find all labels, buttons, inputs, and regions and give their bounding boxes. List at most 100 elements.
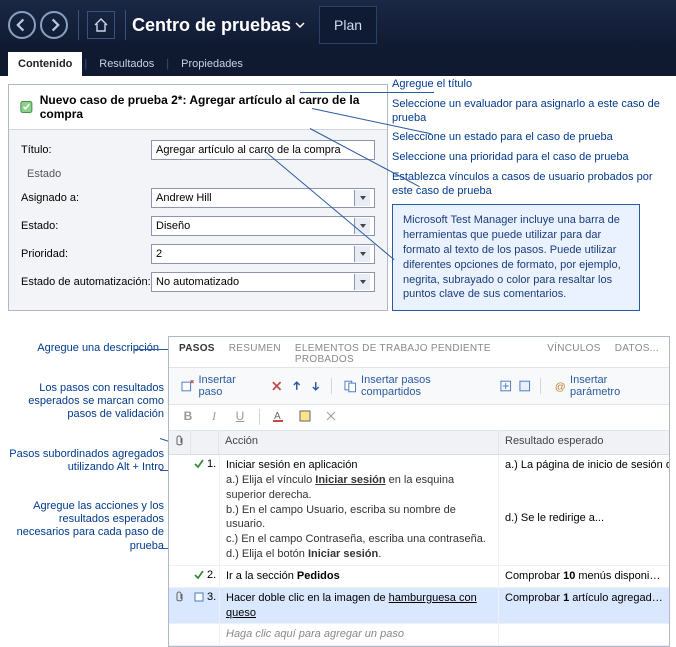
leader-line [300, 92, 434, 93]
tab-pasos[interactable]: PASOS [179, 343, 215, 365]
step-row[interactable]: 3. Hacer doble clic en la imagen de hamb… [169, 588, 669, 625]
steps-tabs: PASOS RESUMEN ELEMENTOS DE TRABAJO PENDI… [169, 337, 669, 368]
chevron-down-icon [295, 20, 305, 30]
delete-step-icon[interactable] [270, 379, 283, 393]
titulo-label: Título: [21, 144, 151, 156]
asignado-label: Asignado a: [21, 192, 151, 204]
insert-step-icon [181, 379, 194, 393]
step-number: 3. [207, 591, 216, 603]
callout-acciones: Agregue las acciones y los resultados es… [4, 500, 164, 553]
step-row[interactable]: 1. Iniciar sesión en aplicación a.) Elij… [169, 455, 669, 566]
separator [540, 378, 541, 394]
insert-step-button[interactable]: Insertar paso [177, 372, 264, 400]
home-button[interactable] [87, 11, 115, 39]
step-row[interactable]: 2. Ir a la sección Pedidos Comprobar 10 … [169, 566, 669, 588]
auto-value: No automatizado [156, 276, 239, 288]
step-action: Hacer doble clic en la imagen de hamburg… [219, 588, 499, 624]
step-number: 1. [207, 458, 216, 470]
expected-result: Comprobar 10 menús disponibles [499, 566, 669, 587]
callout-validacion: Los pasos con resultados esperados se ma… [4, 382, 164, 422]
app-title-text: Centro de pruebas [132, 15, 291, 36]
tab-resultados[interactable]: Resultados [89, 52, 164, 76]
new-step-row[interactable]: Haga clic aquí para agregar un paso [169, 624, 669, 646]
estado-select[interactable]: Diseño [151, 216, 375, 236]
shared-create-icon[interactable] [518, 379, 531, 393]
substep: a.) Elija el vínculo Iniciar sesión en l… [226, 473, 492, 503]
plan-button[interactable]: Plan [319, 6, 377, 44]
testcase-icon [19, 99, 34, 115]
title-bar: Centro de pruebas Plan [0, 0, 676, 50]
callout-prioridad: Seleccione una prioridad para el caso de… [392, 151, 672, 165]
separator [259, 409, 260, 425]
arrow-right-icon [47, 18, 61, 32]
asignado-value: Andrew Hill [156, 192, 212, 204]
paperclip-icon [175, 591, 185, 603]
arrow-left-icon [15, 18, 29, 32]
italic-button[interactable]: I [205, 409, 223, 426]
tab-datos[interactable]: DATOS... [615, 343, 659, 365]
highlight-button[interactable] [296, 409, 314, 426]
svg-text:@: @ [555, 381, 566, 393]
auto-select[interactable]: No automatizado [151, 272, 375, 292]
expected-result: a.) La página de inicio de sesión dis... [505, 458, 663, 473]
estado-label: Estado: [21, 220, 151, 232]
move-down-icon[interactable] [309, 379, 322, 393]
tab-vinculos[interactable]: VÍNCULOS [547, 343, 601, 365]
clear-format-button[interactable] [322, 409, 340, 426]
insert-parameter-button[interactable]: @ Insertar parámetro [549, 372, 661, 400]
validation-step-icon [193, 569, 205, 581]
bold-button[interactable]: B [179, 409, 197, 426]
action-column-header: Acción [219, 431, 499, 454]
callout-toolbar-info: Microsoft Test Manager incluye una barra… [392, 204, 640, 311]
asignado-select[interactable]: Andrew Hill [151, 188, 375, 208]
estado-legend: Estado [27, 168, 375, 180]
separator [78, 10, 79, 40]
substep: d.) Elija el botón Iniciar sesión. [226, 547, 492, 562]
callout-title: Agregue el título [392, 78, 672, 92]
panel-title: Nuevo caso de prueba 2*: Agregar artícul… [40, 93, 377, 121]
substep: b.) En el campo Usuario, escriba su nomb… [226, 503, 492, 533]
shared-steps-icon [344, 379, 357, 393]
shared-open-icon[interactable] [499, 379, 512, 393]
auto-label: Estado de automatización: [21, 276, 151, 288]
tab-contenido[interactable]: Contenido [8, 52, 82, 76]
move-up-icon[interactable] [290, 379, 303, 393]
steps-grid-header: Acción Resultado esperado [169, 431, 669, 455]
prioridad-select[interactable]: 2 [151, 244, 375, 264]
view-tabs: Contenido | Resultados | Propiedades [0, 50, 676, 76]
number-column [191, 431, 219, 454]
step-action: Ir a la sección Pedidos [219, 566, 499, 587]
app-title[interactable]: Centro de pruebas [132, 15, 305, 36]
paperclip-icon [175, 435, 185, 447]
steps-panel: PASOS RESUMEN ELEMENTOS DE TRABAJO PENDI… [168, 336, 670, 647]
font-color-button[interactable]: A [270, 409, 288, 426]
home-icon [93, 17, 109, 33]
expected-column-header: Resultado esperado [499, 431, 669, 454]
tab-elementos[interactable]: ELEMENTOS DE TRABAJO PENDIENTE PROBADOS [295, 343, 533, 365]
testcase-panel: Nuevo caso de prueba 2*: Agregar artícul… [8, 84, 388, 311]
insert-shared-steps-button[interactable]: Insertar pasos compartidos [340, 372, 493, 400]
back-button[interactable] [8, 11, 36, 39]
underline-button[interactable]: U [231, 409, 249, 426]
steps-grid-body: 1. Iniciar sesión en aplicación a.) Elij… [169, 455, 669, 646]
prioridad-label: Prioridad: [21, 248, 151, 260]
substep: c.) En el campo Contraseña, escriba una … [226, 532, 492, 547]
step-action: Iniciar sesión en aplicación [226, 458, 492, 473]
callout-evaluador: Seleccione un evaluador para asignarlo a… [392, 98, 672, 126]
step-icon [193, 591, 205, 603]
new-step-placeholder[interactable]: Haga clic aquí para agregar un paso [219, 624, 499, 645]
callout-substeps: Pasos subordinados agregados utilizando … [4, 448, 164, 474]
validation-step-icon [193, 458, 205, 470]
step-number: 2. [207, 569, 216, 581]
callout-vinculos: Establezca vínculos a casos de usuario p… [392, 171, 672, 199]
dropdown-button[interactable] [354, 190, 370, 206]
dropdown-button[interactable] [354, 246, 370, 262]
tab-resumen[interactable]: RESUMEN [229, 343, 281, 365]
estado-value: Diseño [156, 220, 190, 232]
forward-button[interactable] [40, 11, 68, 39]
tab-propiedades[interactable]: Propiedades [171, 52, 253, 76]
separator [331, 378, 332, 394]
steps-toolbar: Insertar paso Insertar pasos compartidos… [169, 368, 669, 405]
dropdown-button[interactable] [354, 274, 370, 290]
format-toolbar: B I U A [169, 405, 669, 431]
